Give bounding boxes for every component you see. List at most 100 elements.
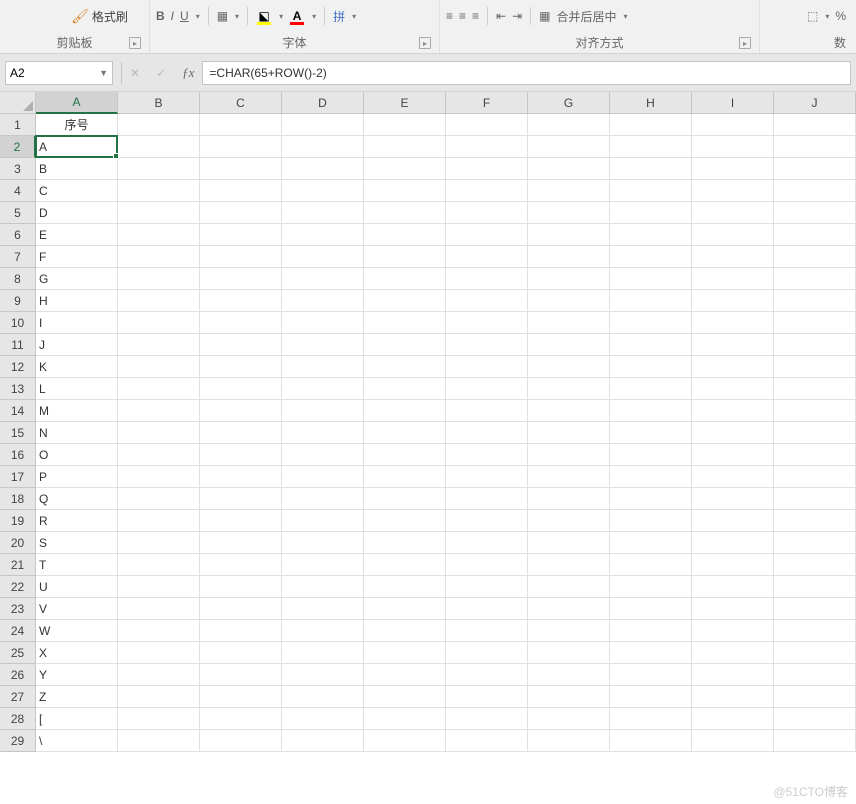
fill-color-button[interactable]: ⬕ xyxy=(256,9,272,23)
cell[interactable] xyxy=(528,598,610,620)
cell[interactable] xyxy=(200,510,282,532)
cell[interactable] xyxy=(446,334,528,356)
column-header[interactable]: F xyxy=(446,92,528,114)
chevron-down-icon[interactable]: ▾ xyxy=(624,12,628,21)
row-header[interactable]: 2 xyxy=(0,136,36,158)
cell[interactable] xyxy=(364,708,446,730)
cell[interactable]: 序号 xyxy=(36,114,118,136)
cell[interactable]: X xyxy=(36,642,118,664)
cell[interactable] xyxy=(692,598,774,620)
fx-icon[interactable]: ƒx xyxy=(182,65,194,81)
cell[interactable] xyxy=(692,312,774,334)
cell[interactable] xyxy=(118,202,200,224)
cell[interactable] xyxy=(774,334,856,356)
cell[interactable] xyxy=(446,400,528,422)
cell[interactable] xyxy=(282,180,364,202)
cell[interactable] xyxy=(610,290,692,312)
cell[interactable] xyxy=(364,488,446,510)
cell[interactable] xyxy=(774,378,856,400)
cell[interactable] xyxy=(200,290,282,312)
cell[interactable] xyxy=(610,620,692,642)
cell[interactable] xyxy=(200,400,282,422)
cell[interactable] xyxy=(528,158,610,180)
column-header[interactable]: E xyxy=(364,92,446,114)
decrease-indent-button[interactable]: ⇤ xyxy=(496,9,506,23)
cell[interactable] xyxy=(364,554,446,576)
cell[interactable] xyxy=(528,708,610,730)
cell[interactable] xyxy=(528,686,610,708)
cell[interactable] xyxy=(282,312,364,334)
cell[interactable] xyxy=(282,334,364,356)
column-header[interactable]: H xyxy=(610,92,692,114)
cell[interactable] xyxy=(200,444,282,466)
cell[interactable]: D xyxy=(36,202,118,224)
row-header[interactable]: 6 xyxy=(0,224,36,246)
cell[interactable] xyxy=(364,686,446,708)
cell[interactable]: Q xyxy=(36,488,118,510)
cell[interactable] xyxy=(446,180,528,202)
cell[interactable] xyxy=(282,268,364,290)
cell[interactable] xyxy=(528,224,610,246)
font-launcher-icon[interactable]: ▸ xyxy=(419,37,431,49)
cell[interactable] xyxy=(446,312,528,334)
cell[interactable] xyxy=(118,708,200,730)
clipboard-launcher-icon[interactable]: ▸ xyxy=(129,37,141,49)
cell[interactable] xyxy=(528,444,610,466)
cell[interactable] xyxy=(610,444,692,466)
cell[interactable] xyxy=(610,224,692,246)
cell[interactable] xyxy=(200,422,282,444)
cell[interactable] xyxy=(692,290,774,312)
cell[interactable] xyxy=(774,686,856,708)
cell[interactable] xyxy=(446,422,528,444)
cell[interactable] xyxy=(446,554,528,576)
cell[interactable] xyxy=(282,422,364,444)
cell[interactable] xyxy=(692,202,774,224)
cell[interactable] xyxy=(282,576,364,598)
cell[interactable] xyxy=(282,664,364,686)
row-header[interactable]: 16 xyxy=(0,444,36,466)
row-header[interactable]: 25 xyxy=(0,642,36,664)
cell[interactable] xyxy=(118,224,200,246)
cell[interactable] xyxy=(364,202,446,224)
row-header[interactable]: 12 xyxy=(0,356,36,378)
cell[interactable] xyxy=(118,510,200,532)
cell[interactable]: E xyxy=(36,224,118,246)
cell[interactable] xyxy=(446,488,528,510)
cell[interactable] xyxy=(200,488,282,510)
cell[interactable] xyxy=(774,180,856,202)
chevron-down-icon[interactable]: ▾ xyxy=(279,12,283,21)
cell[interactable] xyxy=(692,400,774,422)
cell[interactable] xyxy=(692,488,774,510)
cell[interactable] xyxy=(692,136,774,158)
align-left-button[interactable]: ≡ xyxy=(446,9,453,23)
cell[interactable] xyxy=(610,180,692,202)
cell[interactable] xyxy=(692,576,774,598)
cell[interactable] xyxy=(692,268,774,290)
cell[interactable]: B xyxy=(36,158,118,180)
cell[interactable] xyxy=(610,378,692,400)
cell[interactable] xyxy=(692,224,774,246)
cell[interactable] xyxy=(282,598,364,620)
row-header[interactable]: 27 xyxy=(0,686,36,708)
chevron-down-icon[interactable]: ▼ xyxy=(99,68,108,78)
cell[interactable] xyxy=(364,444,446,466)
cell[interactable] xyxy=(446,620,528,642)
cell[interactable] xyxy=(692,642,774,664)
chevron-down-icon[interactable]: ▾ xyxy=(352,12,356,21)
cell[interactable]: N xyxy=(36,422,118,444)
column-header[interactable]: B xyxy=(118,92,200,114)
cell[interactable] xyxy=(282,224,364,246)
cell[interactable] xyxy=(200,202,282,224)
cell[interactable] xyxy=(446,642,528,664)
row-header[interactable]: 22 xyxy=(0,576,36,598)
cell[interactable] xyxy=(364,510,446,532)
cell[interactable] xyxy=(200,158,282,180)
cell[interactable]: F xyxy=(36,246,118,268)
number-format-button[interactable]: ⬚ xyxy=(807,9,818,23)
cell[interactable] xyxy=(692,510,774,532)
cell[interactable] xyxy=(692,334,774,356)
column-header[interactable]: A xyxy=(36,92,118,114)
cell[interactable] xyxy=(610,686,692,708)
cell[interactable] xyxy=(282,554,364,576)
cell[interactable] xyxy=(610,488,692,510)
